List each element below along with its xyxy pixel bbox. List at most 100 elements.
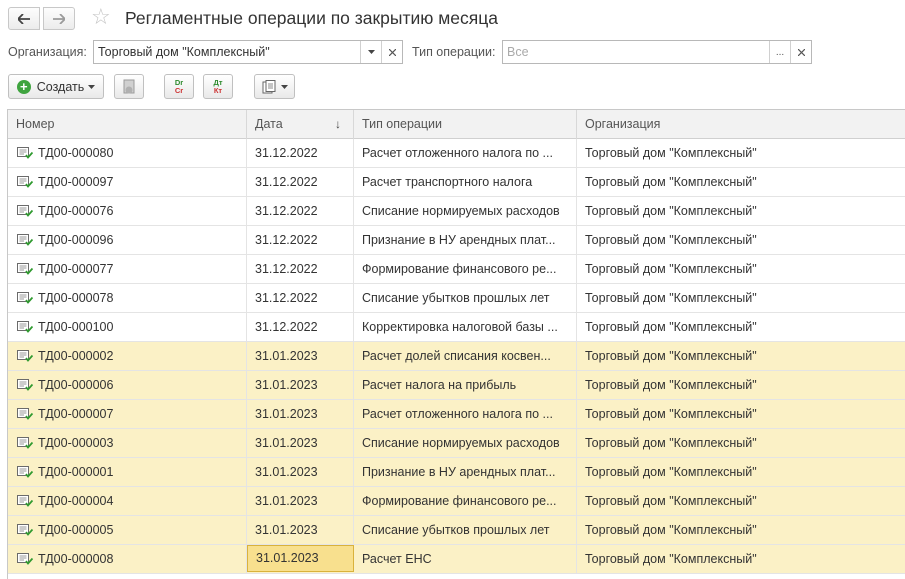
cell-organization[interactable]: Торговый дом "Комплексный": [577, 342, 905, 370]
cell-date[interactable]: 31.01.2023: [247, 429, 354, 457]
cell-type[interactable]: Списание нормируемых расходов: [354, 429, 577, 457]
cell-date[interactable]: 31.12.2022: [247, 226, 354, 254]
cell-number[interactable]: ТД00-000007: [8, 400, 247, 428]
clear-button[interactable]: [790, 41, 811, 63]
dropdown-button[interactable]: [360, 41, 381, 63]
optype-filter-input[interactable]: Все: [503, 45, 769, 59]
cell-number[interactable]: ТД00-000004: [8, 487, 247, 515]
cell-organization[interactable]: Торговый дом "Комплексный": [577, 139, 905, 167]
cell-number[interactable]: ТД00-000008: [8, 545, 247, 573]
cell-date[interactable]: 31.12.2022: [247, 168, 354, 196]
cell-type[interactable]: Формирование финансового ре...: [354, 487, 577, 515]
table-row[interactable]: ТД00-000097 31.12.2022 Расчет транспортног…: [8, 168, 905, 197]
table-row[interactable]: ТД00-000007 31.01.2023 Расчет отложенного …: [8, 400, 905, 429]
cell-number[interactable]: ТД00-000096: [8, 226, 247, 254]
table-row[interactable]: ТД00-000001 31.01.2023 Признание в НУ арен…: [8, 458, 905, 487]
cell-organization[interactable]: Торговый дом "Комплексный": [577, 313, 905, 341]
forward-button[interactable]: [43, 7, 75, 30]
cell-date[interactable]: 31.12.2022: [247, 284, 354, 312]
clear-button[interactable]: [381, 41, 402, 63]
cell-date[interactable]: 31.01.2023: [247, 487, 354, 515]
cell-type[interactable]: Корректировка налоговой базы ...: [354, 313, 577, 341]
cell-type[interactable]: Расчет ЕНС: [354, 545, 577, 573]
journal-button[interactable]: Dr Cr: [164, 74, 194, 99]
cell-date[interactable]: 31.12.2022: [247, 255, 354, 283]
table-row[interactable]: ТД00-000002 31.01.2023 Расчет долей списан…: [8, 342, 905, 371]
cell-organization[interactable]: Торговый дом "Комплексный": [577, 545, 905, 573]
cell-type[interactable]: Списание нормируемых расходов: [354, 197, 577, 225]
cell-date[interactable]: 31.01.2023: [247, 458, 354, 486]
cell-number[interactable]: ТД00-000003: [8, 429, 247, 457]
cell-organization[interactable]: Торговый дом "Комплексный": [577, 255, 905, 283]
cell-date[interactable]: 31.12.2022: [247, 139, 354, 167]
cell-organization[interactable]: Торговый дом "Комплексный": [577, 197, 905, 225]
cell-type[interactable]: Признание в НУ арендных плат...: [354, 226, 577, 254]
cell-organization[interactable]: Торговый дом "Комплексный": [577, 168, 905, 196]
cell-number[interactable]: ТД00-000100: [8, 313, 247, 341]
cell-type[interactable]: Формирование финансового ре...: [354, 255, 577, 283]
cell-organization[interactable]: Торговый дом "Комплексный": [577, 516, 905, 544]
cell-type[interactable]: Расчет долей списания косвен...: [354, 342, 577, 370]
cell-organization[interactable]: Торговый дом "Комплексный": [577, 371, 905, 399]
column-header-date[interactable]: Дата ↓: [247, 110, 354, 139]
cell-number[interactable]: ТД00-000080: [8, 139, 247, 167]
cell-type[interactable]: Расчет налога на прибыль: [354, 371, 577, 399]
create-button[interactable]: + Создать: [8, 74, 104, 99]
cell-organization[interactable]: Торговый дом "Комплексный": [577, 284, 905, 312]
cell-number[interactable]: ТД00-000002: [8, 342, 247, 370]
table-row[interactable]: ТД00-000096 31.12.2022 Признание в НУ арен…: [8, 226, 905, 255]
table-row[interactable]: ТД00-000076 31.12.2022 Списание нормируемы…: [8, 197, 905, 226]
chevron-down-icon: [367, 50, 375, 54]
table-row[interactable]: ТД00-000008 31.01.2023 Расчет ЕНС Торговый …: [8, 545, 905, 574]
cell-date[interactable]: 31.12.2022: [247, 197, 354, 225]
org-filter-value[interactable]: Торговый дом "Комплексный": [94, 45, 360, 59]
cell-date[interactable]: 31.01.2023: [247, 371, 354, 399]
select-button[interactable]: ...: [769, 41, 790, 63]
cell-organization[interactable]: Торговый дом "Комплексный": [577, 487, 905, 515]
table-row[interactable]: ТД00-000078 31.12.2022 Списание убытков пр…: [8, 284, 905, 313]
ledger-button[interactable]: Дт Кт: [203, 74, 233, 99]
cell-number[interactable]: ТД00-000077: [8, 255, 247, 283]
cell-number[interactable]: ТД00-000001: [8, 458, 247, 486]
cell-type[interactable]: Списание убытков прошлых лет: [354, 284, 577, 312]
cell-organization[interactable]: Торговый дом "Комплексный": [577, 458, 905, 486]
cell-type[interactable]: Расчет отложенного налога по ...: [354, 139, 577, 167]
cell-type[interactable]: Расчет транспортного налога: [354, 168, 577, 196]
cell-type[interactable]: Расчет отложенного налога по ...: [354, 400, 577, 428]
post-button[interactable]: [114, 74, 144, 99]
cell-number[interactable]: ТД00-000006: [8, 371, 247, 399]
table-row[interactable]: ТД00-000003 31.01.2023 Списание нормируемы…: [8, 429, 905, 458]
document-posted-icon: [17, 234, 33, 246]
cell-date[interactable]: 31.01.2023: [247, 342, 354, 370]
table-row[interactable]: ТД00-000077 31.12.2022 Формирование финанс…: [8, 255, 905, 284]
cell-number[interactable]: ТД00-000005: [8, 516, 247, 544]
table-row[interactable]: ТД00-000006 31.01.2023 Расчет налога на пр…: [8, 371, 905, 400]
cell-organization[interactable]: Торговый дом "Комплексный": [577, 400, 905, 428]
back-button[interactable]: [8, 7, 40, 30]
cell-date[interactable]: 31.01.2023: [247, 400, 354, 428]
cell-organization[interactable]: Торговый дом "Комплексный": [577, 226, 905, 254]
cell-date[interactable]: 31.01.2023: [247, 545, 354, 572]
cell-type[interactable]: Списание убытков прошлых лет: [354, 516, 577, 544]
optype-filter-field[interactable]: Все ...: [502, 40, 812, 64]
document-posted-icon: [17, 263, 33, 275]
cell-date[interactable]: 31.12.2022: [247, 313, 354, 341]
table-row[interactable]: ТД00-000080 31.12.2022 Расчет отложенного …: [8, 139, 905, 168]
column-header-type[interactable]: Тип операции: [354, 110, 577, 139]
cell-organization[interactable]: Торговый дом "Комплексный": [577, 429, 905, 457]
cell-number-text: ТД00-000001: [38, 465, 114, 479]
cell-number[interactable]: ТД00-000076: [8, 197, 247, 225]
print-button[interactable]: [254, 74, 295, 99]
column-header-organization[interactable]: Организация: [577, 110, 905, 139]
close-icon: [388, 48, 396, 56]
column-header-number[interactable]: Номер: [8, 110, 247, 139]
cell-number[interactable]: ТД00-000078: [8, 284, 247, 312]
table-row[interactable]: ТД00-000004 31.01.2023 Формирование финанс…: [8, 487, 905, 516]
cell-date[interactable]: 31.01.2023: [247, 516, 354, 544]
org-filter-field[interactable]: Торговый дом "Комплексный": [93, 40, 403, 64]
table-row[interactable]: ТД00-000100 31.12.2022 Корректировка налог…: [8, 313, 905, 342]
table-row[interactable]: ТД00-000005 31.01.2023 Списание убытков пр…: [8, 516, 905, 545]
cell-type[interactable]: Признание в НУ арендных плат...: [354, 458, 577, 486]
star-icon[interactable]: ☆: [91, 5, 111, 29]
cell-number[interactable]: ТД00-000097: [8, 168, 247, 196]
